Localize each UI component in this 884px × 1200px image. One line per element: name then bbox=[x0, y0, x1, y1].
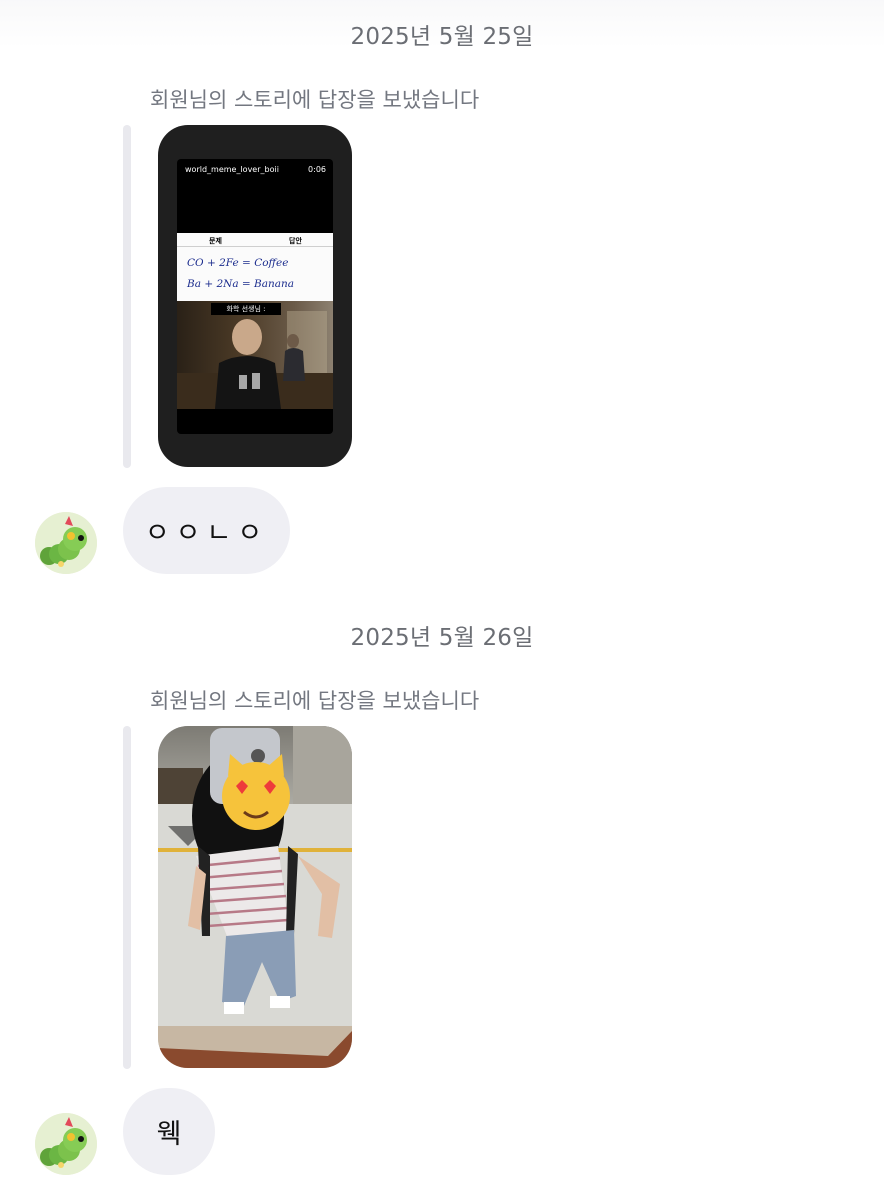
story-preview[interactable] bbox=[158, 726, 352, 1068]
message-text: ㅇㅇㄴㅇ bbox=[144, 518, 269, 549]
meme-photo: 화학 선생님 : bbox=[177, 301, 333, 409]
story-reply-label: 회원님의 스토리에 답장을 보냈습니다 bbox=[150, 88, 480, 112]
cafe-scene-illustration bbox=[177, 311, 333, 409]
caterpie-avatar-icon bbox=[35, 512, 97, 574]
caterpie-avatar-icon bbox=[35, 1113, 97, 1175]
reply-indicator-bar bbox=[123, 125, 131, 468]
story-reply-label: 회원님의 스토리에 답장을 보냈습니다 bbox=[150, 689, 480, 713]
story-username: world_meme_lover_boii bbox=[185, 165, 279, 174]
meme-equations-panel: 문제 답안 CO + 2Fe = Coffee Ba + 2Na = Banan… bbox=[177, 233, 333, 301]
meme-equation-2: Ba + 2Na = Banana bbox=[187, 278, 295, 290]
mirror-selfie-photo bbox=[158, 726, 352, 1068]
avatar[interactable] bbox=[35, 1113, 97, 1175]
date-divider: 2025년 5월 25일 bbox=[350, 24, 534, 50]
meme-column-left: 문제 bbox=[209, 237, 222, 245]
story-preview[interactable]: world_meme_lover_boii 0:06 문제 답안 CO + 2F… bbox=[158, 125, 352, 467]
avatar[interactable] bbox=[35, 512, 97, 574]
reply-indicator-bar bbox=[123, 726, 131, 1069]
story-screen: world_meme_lover_boii 0:06 문제 답안 CO + 2F… bbox=[177, 159, 333, 434]
meme-column-right: 답안 bbox=[289, 237, 302, 245]
date-divider: 2025년 5월 26일 bbox=[350, 625, 534, 651]
message-bubble[interactable]: 웩 bbox=[123, 1088, 215, 1175]
story-duration: 0:06 bbox=[308, 165, 326, 174]
meme-equation-1: CO + 2Fe = Coffee bbox=[187, 257, 289, 269]
message-bubble[interactable]: ㅇㅇㄴㅇ bbox=[123, 487, 290, 574]
message-text: 웩 bbox=[156, 1119, 182, 1150]
meme-divider bbox=[177, 246, 333, 247]
